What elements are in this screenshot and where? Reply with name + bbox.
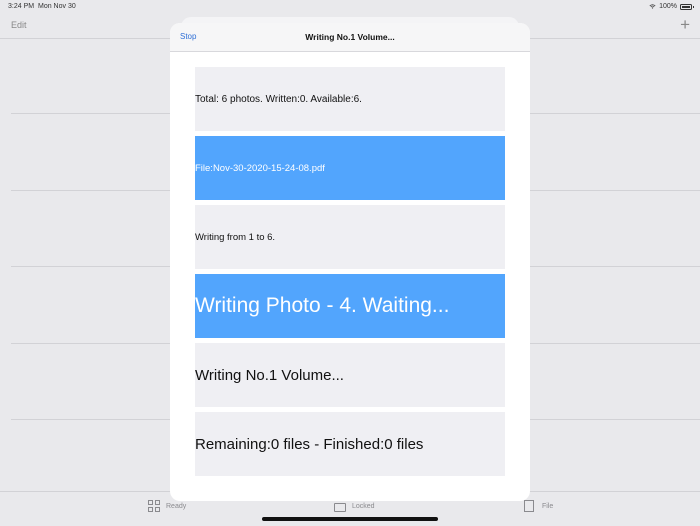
current-photo-row: Writing Photo - 4. Waiting... xyxy=(195,274,505,338)
status-indicators: 100% xyxy=(649,3,694,10)
row-text: File:Nov-30-2020-15-24-08.pdf xyxy=(195,162,325,174)
home-indicator xyxy=(262,517,438,521)
grid-icon xyxy=(148,500,160,512)
file-icon xyxy=(524,500,534,512)
tab-icon-wrap xyxy=(524,500,536,512)
row-text: Writing from 1 to 6. xyxy=(195,231,276,243)
volume-row: Writing No.1 Volume... xyxy=(195,343,505,407)
tab-ready[interactable]: Ready xyxy=(148,500,186,512)
row-text: Writing Photo - 4. Waiting... xyxy=(195,294,450,317)
add-button[interactable]: + xyxy=(680,15,690,35)
tab-label: File xyxy=(542,502,554,510)
battery-icon xyxy=(680,3,694,10)
row-text: Writing No.1 Volume... xyxy=(195,366,344,384)
modal-title: Writing No.1 Volume... xyxy=(305,32,395,42)
remaining-row: Remaining:0 files - Finished:0 files xyxy=(195,412,505,476)
status-time: 3:24 PM xyxy=(8,3,35,10)
tab-locked[interactable]: Locked xyxy=(334,500,375,512)
row-text: Remaining:0 files - Finished:0 files xyxy=(195,435,424,453)
battery-percent: 100% xyxy=(659,3,677,10)
status-date: Mon Nov 30 xyxy=(38,3,76,10)
tab-label: Locked xyxy=(352,502,375,510)
status-bar: 3:24 PM Mon Nov 30 100% xyxy=(0,0,700,14)
edit-button[interactable]: Edit xyxy=(11,20,27,30)
wifi-icon xyxy=(649,4,656,9)
range-row: Writing from 1 to 6. xyxy=(195,205,505,269)
summary-row: Total: 6 photos. Written:0. Available:6. xyxy=(195,67,505,131)
row-text: Total: 6 photos. Written:0. Available:6. xyxy=(195,93,362,105)
tab-label: Ready xyxy=(166,502,187,510)
progress-modal: Stop Writing No.1 Volume... Total: 6 pho… xyxy=(170,23,530,501)
file-row: File:Nov-30-2020-15-24-08.pdf xyxy=(195,136,505,200)
tab-file[interactable]: File xyxy=(524,500,553,512)
lock-icon xyxy=(334,503,346,512)
modal-header: Stop Writing No.1 Volume... xyxy=(170,23,530,52)
tab-icon-wrap xyxy=(334,500,346,512)
